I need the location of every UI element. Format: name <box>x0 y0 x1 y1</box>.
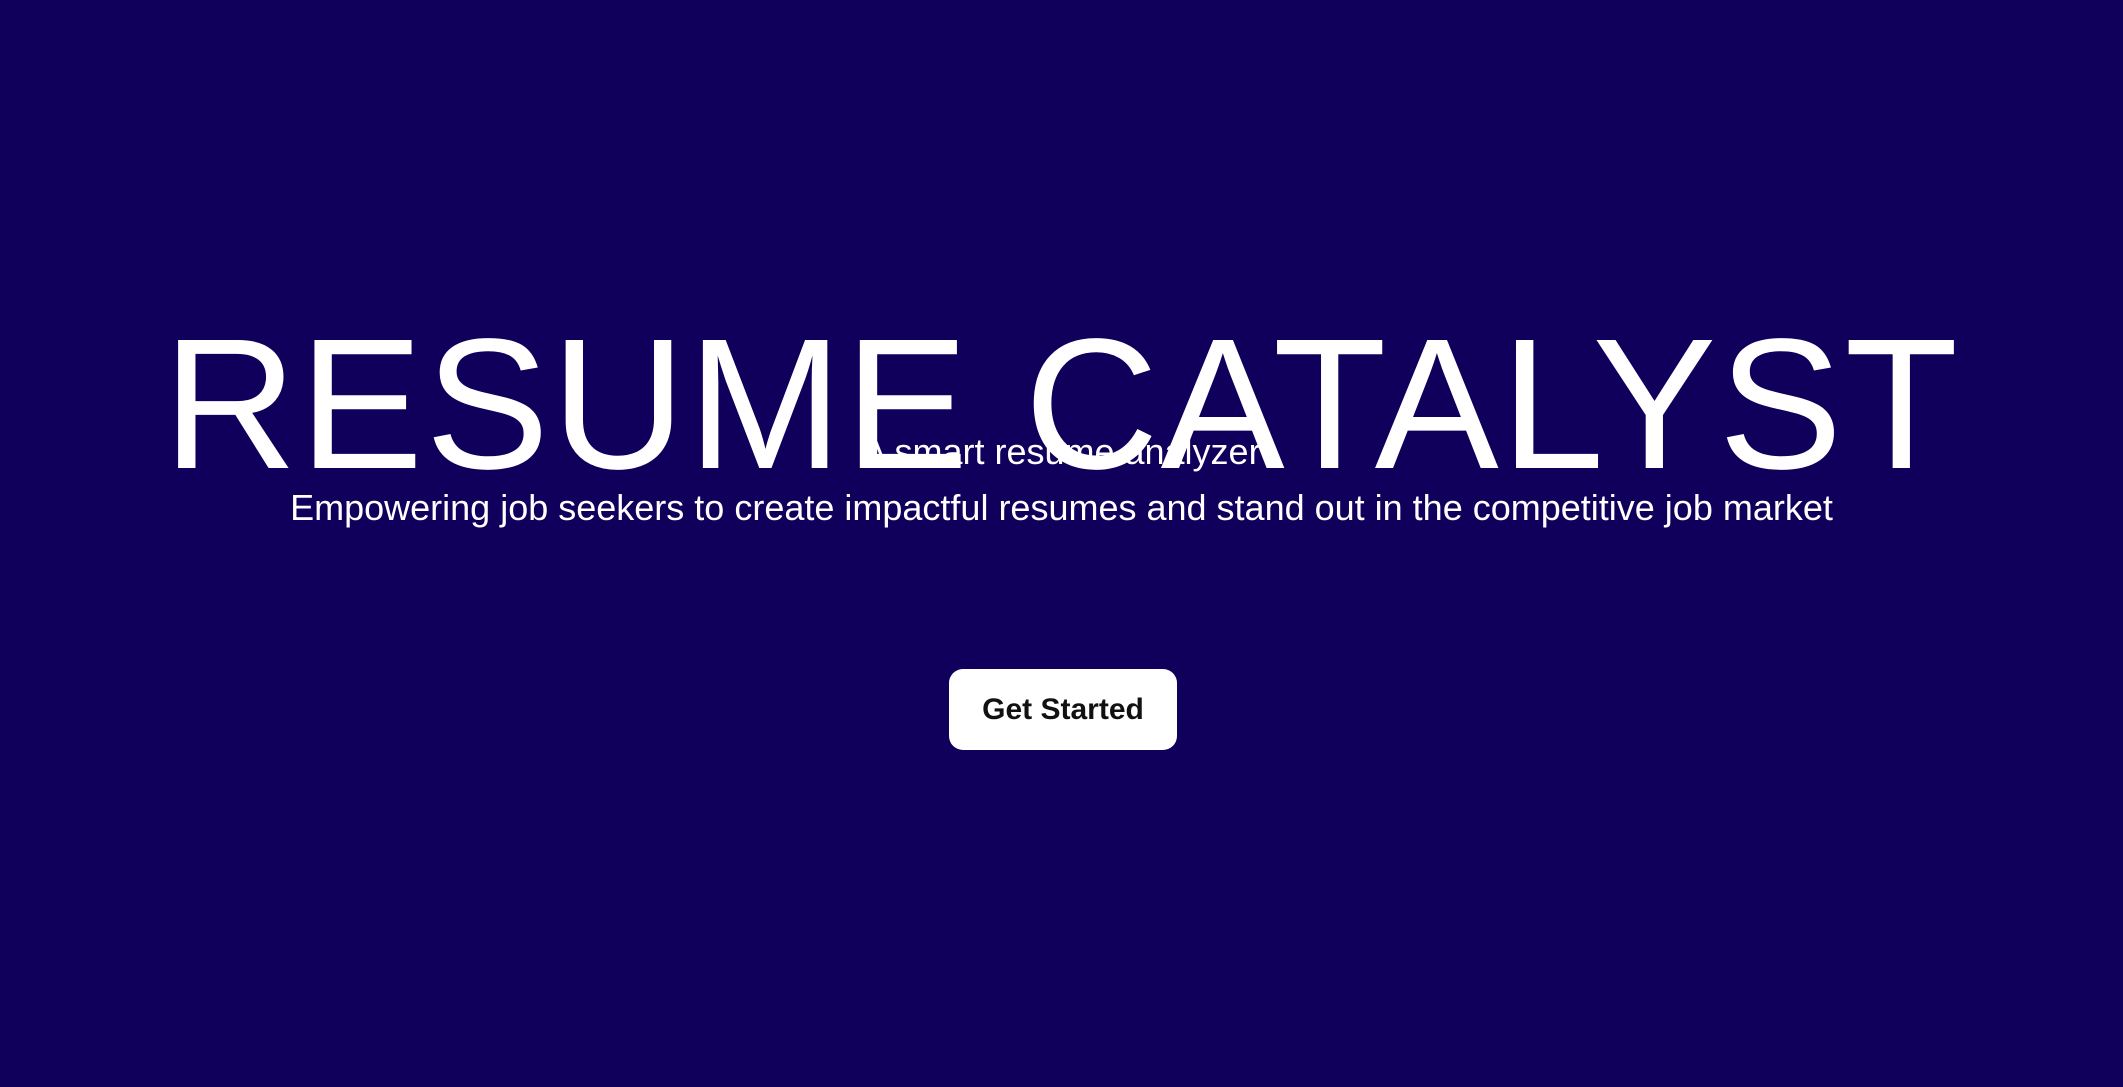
get-started-button[interactable]: Get Started <box>949 669 1177 750</box>
app-title: RESUME CATALYST <box>162 300 1961 508</box>
tagline: A smart resume analyzer <box>862 431 1261 472</box>
hero-section: RESUME CATALYST A smart resume analyzer … <box>0 0 2123 1087</box>
hero-description: Empowering job seekers to create impactf… <box>290 487 1833 528</box>
